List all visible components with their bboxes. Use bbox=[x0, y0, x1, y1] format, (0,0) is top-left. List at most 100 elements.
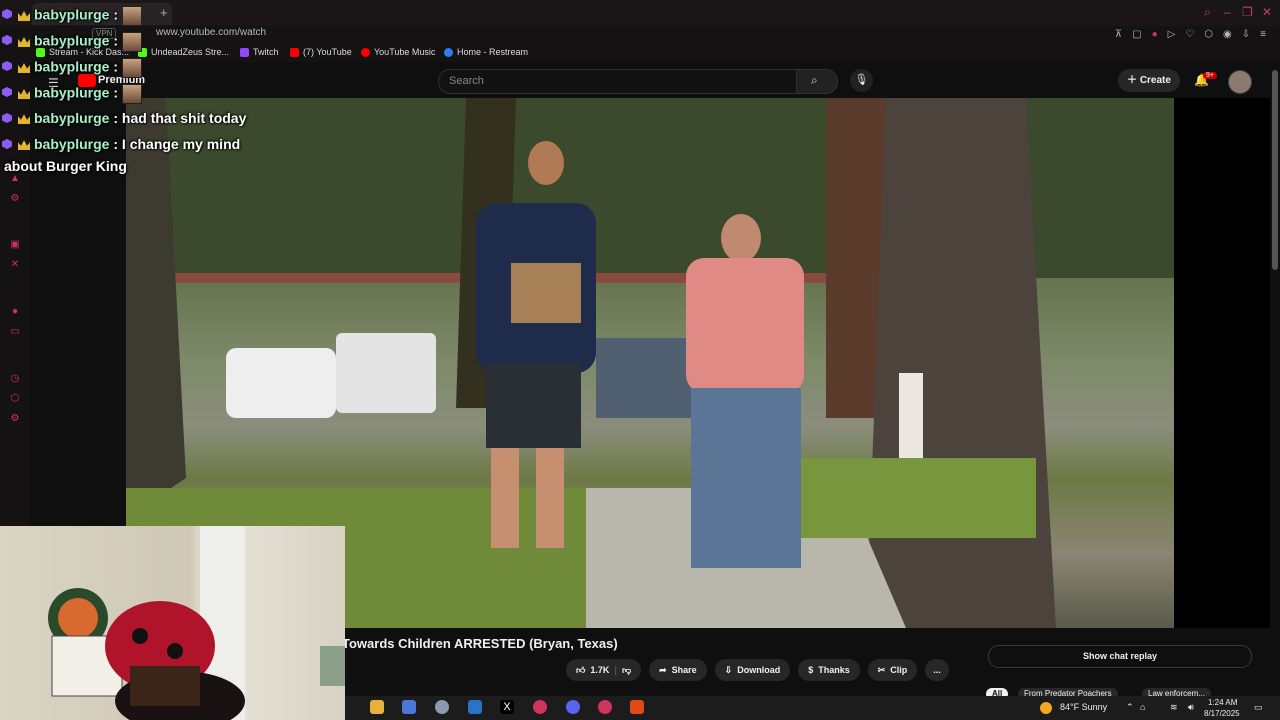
youtube-music-icon bbox=[361, 47, 370, 57]
clock-date[interactable]: 8/17/2025 bbox=[1204, 709, 1240, 718]
chat-message: babyplurge : bbox=[2, 58, 142, 78]
crown-icon bbox=[18, 89, 30, 99]
obs-icon[interactable] bbox=[630, 700, 644, 714]
video-side-panel bbox=[1174, 98, 1270, 628]
profile-icon[interactable]: ◉ bbox=[1223, 29, 1232, 40]
webcam-overlay bbox=[0, 526, 345, 720]
new-tab-button[interactable]: + bbox=[160, 5, 168, 20]
crown-icon bbox=[18, 37, 30, 47]
network-icon[interactable]: ⌂ bbox=[1140, 702, 1145, 712]
bookmark-youtube-music[interactable]: YouTube Music bbox=[361, 47, 435, 57]
bookmark-label: Home - Restream bbox=[457, 47, 529, 57]
clock-time[interactable]: 1:24 AM bbox=[1208, 698, 1237, 707]
thanks-label: Thanks bbox=[818, 665, 850, 675]
cube-icon[interactable]: ⬡ bbox=[10, 394, 20, 404]
minimize-icon[interactable]: – bbox=[1224, 5, 1231, 19]
chat-username: babyplurge bbox=[34, 58, 110, 75]
thumbs-down-icon[interactable]: 👎︎ bbox=[622, 665, 631, 676]
like-button[interactable]: 👍︎ 1.7K | 👎︎ bbox=[566, 659, 642, 681]
microphone-icon: 🎙 bbox=[854, 74, 869, 86]
download-icon: ⇩ bbox=[724, 664, 733, 675]
chat-username: babyplurge bbox=[34, 110, 110, 126]
discord-icon[interactable] bbox=[566, 700, 580, 714]
sub-badge-icon bbox=[2, 35, 12, 45]
avatar[interactable] bbox=[1228, 70, 1252, 94]
notification-center-icon[interactable]: ▭ bbox=[1254, 702, 1263, 713]
more-icon: ... bbox=[933, 665, 941, 675]
bookmark-label: (7) YouTube bbox=[303, 47, 352, 57]
emote-icon bbox=[121, 32, 142, 52]
download-button[interactable]: ⇩ Download bbox=[714, 659, 791, 681]
page-scrollbar[interactable] bbox=[1272, 70, 1278, 270]
bookmark-label: UndeadZeus Stre... bbox=[151, 47, 230, 57]
search-tabs-icon[interactable]: ⌕ bbox=[1204, 5, 1211, 20]
file-explorer-icon[interactable] bbox=[370, 700, 384, 714]
shield-icon[interactable]: ● bbox=[1152, 29, 1158, 40]
window-icon[interactable]: ▭ bbox=[10, 327, 20, 337]
x-icon[interactable]: ✕ bbox=[10, 260, 20, 270]
maximize-icon[interactable]: ❐ bbox=[1242, 5, 1253, 19]
wifi-icon[interactable]: ≋ bbox=[1170, 702, 1178, 713]
search-placeholder: Search bbox=[449, 75, 484, 87]
twitch-icon[interactable]: ▣ bbox=[10, 240, 20, 250]
clip-button[interactable]: ✂ Clip bbox=[867, 659, 918, 681]
twitch-icon bbox=[240, 47, 249, 57]
sub-badge-icon bbox=[2, 113, 12, 123]
aria-icon[interactable]: ▲ bbox=[10, 174, 20, 184]
gear-icon[interactable]: ⚙ bbox=[10, 414, 20, 424]
opera-gx-icon[interactable] bbox=[533, 700, 547, 714]
chat-message: babyplurge : bbox=[2, 84, 142, 104]
crown-icon bbox=[18, 114, 30, 125]
chat-username: babyplurge bbox=[34, 84, 110, 101]
heart-icon[interactable]: ♡ bbox=[1185, 29, 1194, 40]
extensions-icon[interactable]: ⬡ bbox=[1204, 29, 1213, 40]
share-label: Share bbox=[671, 665, 697, 675]
bookmark-undeadzeus[interactable]: UndeadZeus Stre... bbox=[138, 47, 229, 57]
opera-icon[interactable] bbox=[598, 700, 612, 714]
show-chat-replay-button[interactable]: Show chat replay bbox=[988, 645, 1252, 668]
x-app-icon[interactable]: X bbox=[500, 700, 514, 714]
share-icon: ➦ bbox=[659, 664, 667, 675]
screenshot-icon[interactable]: ▢ bbox=[1132, 29, 1141, 40]
bookmark-label: YouTube Music bbox=[374, 47, 436, 57]
bookmark-restream[interactable]: Home - Restream bbox=[444, 47, 528, 57]
crown-icon bbox=[18, 63, 30, 73]
thanks-icon: $ bbox=[808, 665, 814, 675]
create-button[interactable]: ＋ Create bbox=[1118, 69, 1180, 92]
app-icon[interactable] bbox=[435, 700, 449, 714]
outlook-icon[interactable] bbox=[468, 700, 482, 714]
chat-username: babyplurge bbox=[34, 32, 110, 49]
menu-icon[interactable]: ≡ bbox=[1260, 29, 1266, 40]
url-field[interactable]: www.youtube.com/watch bbox=[156, 27, 266, 38]
volume-icon[interactable]: 🔊︎ bbox=[1188, 702, 1194, 713]
browser-tab-bar bbox=[0, 0, 1280, 26]
sun-icon bbox=[1040, 702, 1052, 714]
bookmark-label: Twitch bbox=[253, 47, 279, 57]
mic-button[interactable]: 🎙 bbox=[850, 69, 873, 92]
thanks-button[interactable]: $ Thanks bbox=[798, 659, 860, 681]
chat-text-continuation: about Burger King bbox=[4, 158, 127, 174]
store-icon[interactable] bbox=[402, 700, 416, 714]
bookmark-twitch[interactable]: Twitch bbox=[240, 47, 279, 57]
search-button[interactable]: ⌕ bbox=[796, 69, 838, 94]
crown-icon bbox=[18, 11, 30, 21]
restream-icon bbox=[444, 47, 453, 57]
play-icon[interactable]: ▷ bbox=[1168, 29, 1176, 40]
pin-icon[interactable]: ⊼ bbox=[1115, 29, 1122, 40]
weather-text[interactable]: 84°F Sunny bbox=[1060, 702, 1107, 712]
close-icon[interactable]: ✕ bbox=[1262, 5, 1272, 19]
settings-icon[interactable]: ⚙ bbox=[10, 194, 20, 204]
record-icon[interactable]: ● bbox=[10, 307, 20, 317]
create-label: Create bbox=[1139, 75, 1171, 86]
search-input[interactable]: Search bbox=[438, 69, 798, 94]
chat-message: babyplurge : bbox=[2, 32, 142, 52]
history-icon[interactable]: ◷ bbox=[10, 374, 20, 384]
youtube-icon bbox=[290, 47, 299, 57]
more-actions-button[interactable]: ... bbox=[925, 659, 949, 681]
tray-chevron-icon[interactable]: ⌃ bbox=[1126, 702, 1134, 713]
sub-badge-icon bbox=[2, 87, 12, 97]
download-icon[interactable]: ⇩ bbox=[1242, 29, 1250, 40]
bookmark-youtube[interactable]: (7) YouTube bbox=[290, 47, 352, 57]
share-button[interactable]: ➦ Share bbox=[649, 659, 707, 681]
emote-icon bbox=[121, 58, 142, 78]
